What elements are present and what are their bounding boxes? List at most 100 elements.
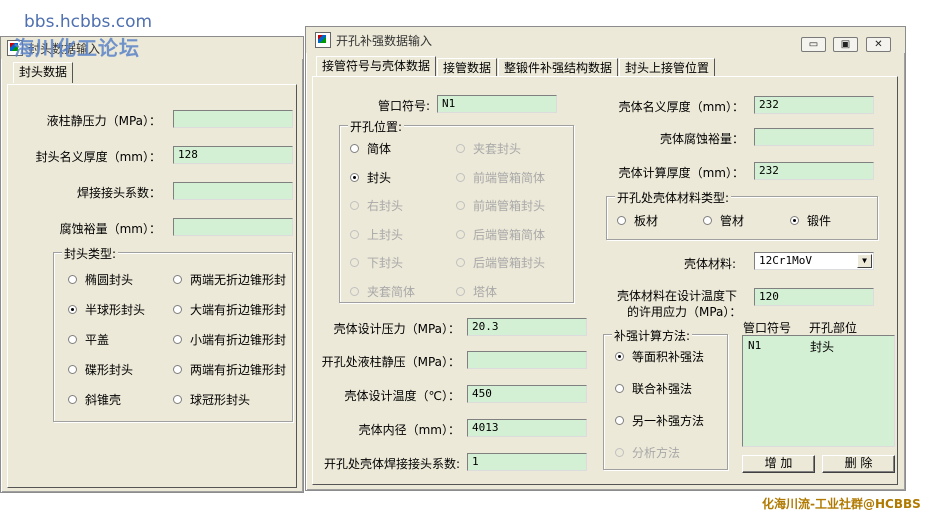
head-type-radio[interactable]: 斜锥壳	[68, 391, 121, 408]
opening-position-radio: 上封头	[350, 226, 403, 243]
material-type-radio[interactable]: 锻件	[790, 212, 831, 229]
radio-icon	[173, 365, 182, 374]
opening-position-radio[interactable]: 简体	[350, 140, 391, 157]
radio-label: 大端有折边锥形封	[190, 303, 287, 317]
tab-3[interactable]: 封头上接管位置	[619, 58, 716, 77]
radio-label: 两端无折边锥形封	[190, 273, 287, 287]
radio-icon	[615, 352, 624, 361]
radio-icon	[350, 144, 359, 153]
radio-label: 联合补强法	[632, 382, 693, 396]
watermark-footer: 化海川流-工业社群@HCBBS	[762, 497, 921, 511]
list-header-symbol: 管口符号	[743, 321, 792, 335]
radio-icon	[173, 395, 182, 404]
material-type-title: 开孔处壳体材料类型:	[615, 189, 732, 206]
head-type-radio[interactable]: 平盖	[68, 331, 109, 348]
shell-material-select[interactable]: 12Cr1MoV ▼	[754, 252, 874, 270]
material-type-radio[interactable]: 板材	[617, 212, 658, 229]
head-type-radio[interactable]: 球冠形封头	[173, 391, 250, 408]
reinforcement-method-radio[interactable]: 等面积补强法	[615, 348, 704, 365]
shell-field-label: 壳体设计温度（℃）：	[344, 389, 460, 403]
shell-material-value: 12Cr1MoV	[759, 254, 812, 267]
radio-icon	[456, 172, 465, 182]
radio-label: 锻件	[807, 214, 832, 228]
radio-icon	[350, 286, 359, 296]
radio-icon	[456, 229, 465, 239]
head-data-window: 封头数据输入 封头数据 液柱静压力（MPa）： 封头名义厚度（mm）： 128 焊接接…	[0, 36, 304, 493]
radio-label: 平盖	[85, 333, 110, 347]
radio-label: 板材	[634, 214, 659, 228]
radio-icon	[68, 395, 77, 404]
shell-field-input[interactable]: 4013	[467, 419, 587, 437]
radio-label: 椭圆封头	[85, 273, 134, 287]
delete-button[interactable]: 删 除	[822, 455, 895, 473]
shell-field-input[interactable]: 20.3	[467, 318, 587, 336]
radio-icon	[68, 275, 77, 284]
tab-0[interactable]: 接管符号与壳体数据	[316, 56, 437, 77]
tab-head-data[interactable]: 封头数据	[13, 62, 74, 83]
watermark-forum: 海川化工论坛	[14, 36, 140, 60]
radio-label: 管材	[720, 214, 745, 228]
right-field-input[interactable]	[754, 128, 874, 146]
head-type-radio[interactable]: 两端有折边锥形封	[173, 361, 286, 378]
right-field-input[interactable]: 232	[754, 96, 874, 114]
head-type-radio[interactable]: 椭圆封头	[68, 271, 133, 288]
head-type-radio[interactable]: 半球形封头	[68, 301, 145, 318]
tab-2[interactable]: 整锻件补强结构数据	[498, 58, 619, 77]
close-button[interactable]: ✕	[866, 37, 891, 52]
reinforcement-method-radio[interactable]: 另一补强方法	[615, 412, 704, 429]
radio-icon	[703, 216, 712, 225]
material-type-radio[interactable]: 管材	[703, 212, 744, 229]
add-button[interactable]: 增 加	[742, 455, 815, 473]
shell-field-label: 壳体内径（mm）：	[358, 423, 460, 437]
radio-label: 等面积补强法	[632, 350, 705, 364]
watermark-site: bbs.hcbbs.com	[24, 12, 153, 32]
head-type-radio[interactable]: 小端有折边锥形封	[173, 331, 286, 348]
head-field-input[interactable]: 128	[173, 146, 293, 164]
head-field-label: 封头名义厚度（mm）：	[35, 150, 161, 164]
chevron-down-icon[interactable]: ▼	[857, 254, 872, 268]
shell-field-input[interactable]: 1	[467, 453, 587, 471]
front-title: 开孔补强数据输入	[336, 33, 433, 48]
nozzle-symbol-input[interactable]: N1	[437, 95, 557, 113]
shell-field-label: 壳体设计压力（MPa）：	[333, 322, 460, 336]
head-type-radio[interactable]: 两端无折边锥形封	[173, 271, 286, 288]
restore-button[interactable]: ▣	[833, 37, 858, 52]
radio-label: 简体	[367, 142, 392, 156]
head-field-input[interactable]	[173, 182, 293, 200]
opening-position-radio: 后端管箱封头	[456, 254, 545, 271]
head-field-input[interactable]	[173, 110, 293, 128]
opening-reinforcement-window: 开孔补强数据输入 ▭ ▣ ✕ 接管符号与壳体数据 接管数据 整锻件补强结构数据 封头上…	[305, 26, 906, 491]
tab-1[interactable]: 接管数据	[437, 58, 498, 77]
head-type-radio[interactable]: 碟形封头	[68, 361, 133, 378]
head-type-title: 封头类型:	[62, 245, 119, 262]
right-field-input[interactable]: 232	[754, 162, 874, 180]
shell-field-input[interactable]	[467, 351, 587, 369]
opening-position-radio: 右封头	[350, 197, 403, 214]
minimize-button[interactable]: ▭	[801, 37, 826, 52]
radio-label: 上封头	[367, 227, 404, 242]
allowable-stress-label-1: 壳体材料在设计温度下	[617, 289, 738, 303]
nozzle-listbox[interactable]: N1 封头	[742, 335, 895, 447]
radio-icon	[350, 258, 359, 267]
shell-field-input[interactable]: 450	[467, 385, 587, 403]
radio-icon	[68, 365, 77, 374]
radio-label: 半球形封头	[85, 303, 146, 317]
right-field-label: 壳体名义厚度（mm）：	[618, 100, 744, 114]
opening-position-radio: 前端管箱封头	[456, 197, 545, 214]
radio-label: 右封头	[367, 199, 404, 213]
shell-material-label: 壳体材料:	[683, 257, 736, 271]
nozzle-symbol-label: 管口符号:	[377, 99, 430, 113]
list-item-position[interactable]: 封头	[810, 338, 834, 355]
head-field-input[interactable]	[173, 218, 293, 236]
opening-position-radio[interactable]: 封头	[350, 169, 391, 186]
shell-field-label: 开孔处液柱静压（MPa）：	[321, 355, 460, 369]
reinforcement-method-radio[interactable]: 联合补强法	[615, 380, 692, 397]
allowable-stress-input[interactable]: 120	[754, 288, 874, 306]
radio-icon	[615, 384, 624, 393]
head-field-label: 腐蚀裕量（mm）：	[59, 222, 161, 236]
head-type-radio[interactable]: 大端有折边锥形封	[173, 301, 286, 318]
list-item-symbol[interactable]: N1	[748, 339, 761, 352]
reinforcement-method-radio: 分析方法	[615, 444, 680, 461]
radio-icon	[456, 144, 465, 153]
radio-icon	[615, 416, 624, 425]
